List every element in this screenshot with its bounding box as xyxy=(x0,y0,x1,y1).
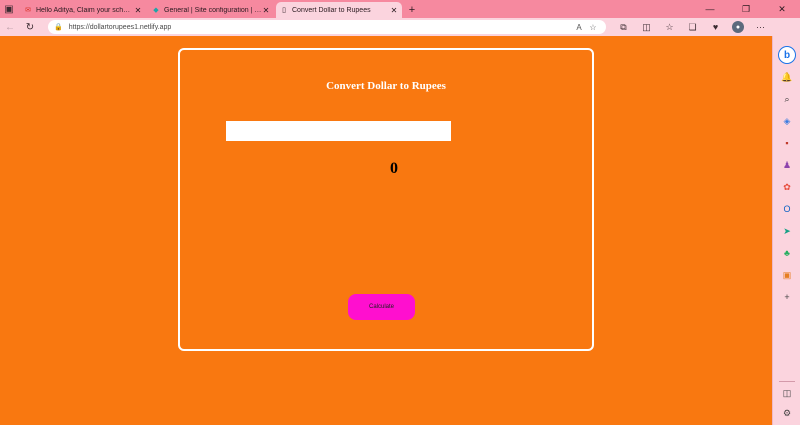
gmail-icon: ✉ xyxy=(25,7,31,14)
address-bar[interactable]: 🔒 https://dollartorupees1.netlify.app A … xyxy=(48,20,606,34)
netlify-icon: ◆ xyxy=(153,7,159,14)
collections-icon[interactable]: ❏ xyxy=(681,18,704,36)
microsoft365-icon[interactable]: ✿ xyxy=(780,180,794,194)
close-icon[interactable]: ✕ xyxy=(262,6,270,15)
close-icon[interactable]: ✕ xyxy=(134,6,142,15)
tab-title: Convert Dollar to Rupees xyxy=(292,6,371,14)
result-value: 0 xyxy=(390,160,398,177)
url-text[interactable]: https://dollartorupees1.netlify.app xyxy=(69,24,572,31)
search-icon[interactable]: ⌕ xyxy=(780,92,794,106)
refresh-button[interactable]: ↻ xyxy=(20,18,40,36)
menu-icon[interactable]: ··· xyxy=(749,18,772,36)
favorites-icon[interactable]: ☆ xyxy=(658,18,681,36)
avatar[interactable]: ● xyxy=(732,21,744,33)
add-icon[interactable]: + xyxy=(780,290,794,304)
sidebar-toggle-icon[interactable]: ◫ xyxy=(780,386,794,400)
tab-actions-icon[interactable]: ▣ xyxy=(0,0,18,18)
tab-netlify-config[interactable]: ◆ General | Site configuration | dol ✕ xyxy=(148,2,274,18)
browser-toolbar: ← ↻ 🔒 https://dollartorupees1.netlify.ap… xyxy=(0,18,800,36)
edge-sidebar: b 🔔 ⌕ ◈ ▪ ♟ ✿ O ➤ ♣ ▣ + ◫ ⚙ xyxy=(772,36,800,425)
lock-icon[interactable]: 🔒 xyxy=(54,23,63,31)
tab-strip: ▣ ✉ Hello Aditya, Claim your scholar ✕ ◆… xyxy=(0,0,800,18)
restore-button[interactable]: ❐ xyxy=(728,0,764,18)
outlook-icon[interactable]: O xyxy=(780,202,794,216)
tab-title: General | Site configuration | dol xyxy=(164,6,262,14)
send-icon[interactable]: ➤ xyxy=(780,224,794,238)
minimize-button[interactable]: — xyxy=(692,0,728,18)
shopping-tag-icon[interactable]: ◈ xyxy=(780,114,794,128)
settings-icon[interactable]: ⚙ xyxy=(780,406,794,420)
games-icon[interactable]: ♟ xyxy=(780,158,794,172)
tab-convert-dollar[interactable]: ▯ Convert Dollar to Rupees ✕ xyxy=(276,2,402,18)
split-screen-icon[interactable]: ◫ xyxy=(635,18,658,36)
page-icon: ▯ xyxy=(282,7,286,14)
calculate-button[interactable]: Calculate xyxy=(348,294,415,320)
dollar-amount-input[interactable] xyxy=(226,121,451,141)
copilot-icon[interactable]: b xyxy=(778,46,796,64)
sidebar-divider xyxy=(779,381,795,382)
tab-title: Hello Aditya, Claim your scholar xyxy=(36,6,134,14)
tree-icon[interactable]: ♣ xyxy=(780,246,794,260)
bell-icon[interactable]: 🔔 xyxy=(780,70,794,84)
page-title: Convert Dollar to Rupees xyxy=(326,80,446,92)
tab-email[interactable]: ✉ Hello Aditya, Claim your scholar ✕ xyxy=(20,2,146,18)
performance-icon[interactable]: ♥ xyxy=(704,18,727,36)
window-controls: — ❐ ✕ xyxy=(692,0,800,18)
read-aloud-icon[interactable]: A xyxy=(572,23,586,32)
window-close-button[interactable]: ✕ xyxy=(764,0,800,18)
toolbar-icons: ⧉ ◫ ☆ ❏ ♥ ● ··· xyxy=(612,18,772,36)
drop-icon[interactable]: ▣ xyxy=(780,268,794,282)
extensions-icon[interactable]: ⧉ xyxy=(612,18,635,36)
page-viewport: Convert Dollar to Rupees 0 Calculate xyxy=(0,36,772,425)
converter-card: Convert Dollar to Rupees 0 Calculate xyxy=(178,48,594,351)
new-tab-button[interactable]: + xyxy=(404,2,420,18)
favorite-star-icon[interactable]: ☆ xyxy=(586,23,600,32)
back-button[interactable]: ← xyxy=(0,18,20,36)
toolbox-icon[interactable]: ▪ xyxy=(780,136,794,150)
close-icon[interactable]: ✕ xyxy=(390,6,398,15)
